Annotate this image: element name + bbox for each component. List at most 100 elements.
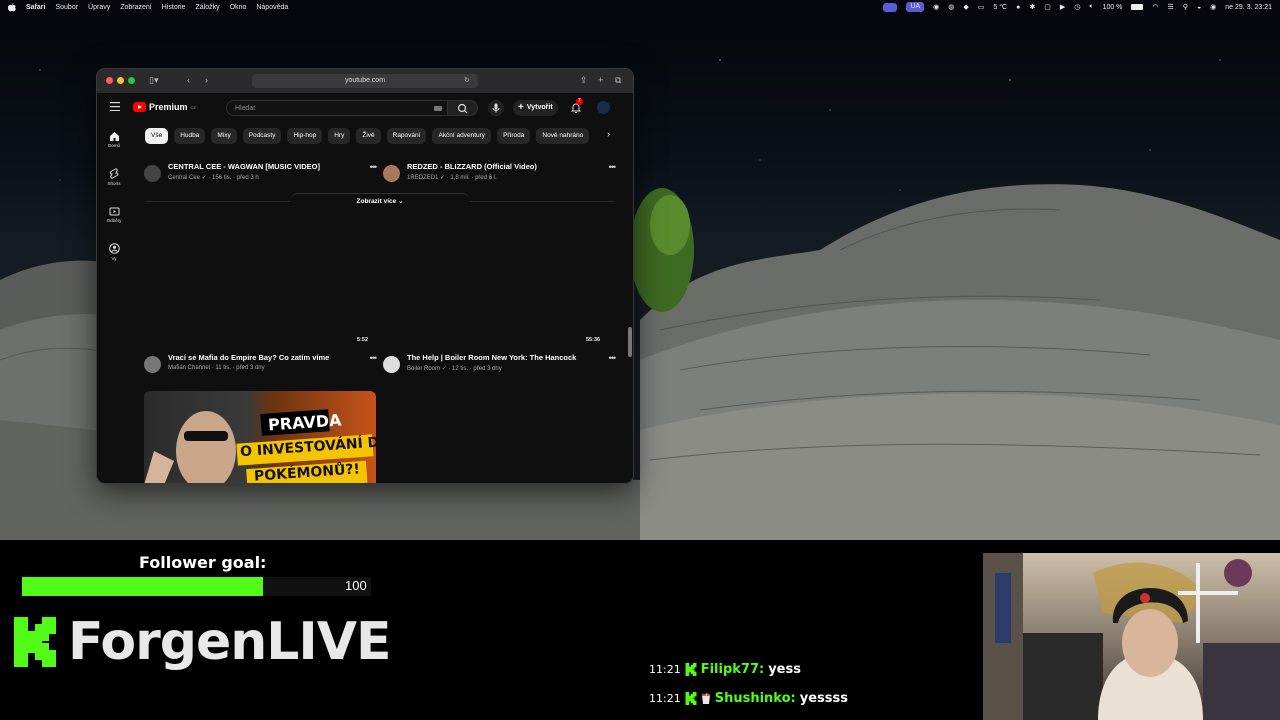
rail-label: Vy	[111, 256, 117, 261]
video-item[interactable]: The Help | Boiler Room New York: The Han…	[383, 353, 617, 377]
spotlight-icon[interactable]: ⚲	[1183, 3, 1188, 11]
rail-item-shorts[interactable]: Shorts	[101, 168, 127, 186]
weather-status[interactable]: 5 °C	[993, 4, 1007, 11]
chip-games[interactable]: Hry	[328, 128, 351, 144]
record-icon[interactable]: ◉	[933, 3, 939, 11]
youtube-logo[interactable]: Premium CZ	[133, 102, 196, 112]
timer-icon[interactable]: ◷	[1074, 3, 1080, 11]
wifi-icon[interactable]: ◠	[1152, 3, 1158, 11]
channel-avatar[interactable]	[383, 165, 400, 182]
video-item[interactable]: CENTRAL CEE - WAGWAN [MUSIC VIDEO] Centr…	[144, 162, 378, 186]
clipboard-icon[interactable]: ▭	[978, 3, 985, 11]
menu-item-edit[interactable]: Úpravy	[88, 4, 110, 11]
show-more-button[interactable]: Zobrazit více ⌄	[290, 193, 470, 209]
chip-recently-uploaded[interactable]: Nově nahráno	[536, 128, 590, 144]
play-icon[interactable]: ▶	[1060, 3, 1065, 11]
video-title[interactable]: CENTRAL CEE - WAGWAN [MUSIC VIDEO]	[168, 162, 320, 171]
volume-icon[interactable]: 🔈︎	[1089, 3, 1093, 11]
account-avatar[interactable]	[597, 101, 610, 114]
page-scrollbar[interactable]	[628, 327, 632, 357]
siri-icon[interactable]: ◉	[1210, 3, 1216, 11]
video-title[interactable]: Vrací se Mafia do Empire Bay? Co zatím v…	[168, 353, 329, 362]
rail-item-subscriptions[interactable]: Odběry	[101, 206, 127, 223]
menu-item-window[interactable]: Okno	[230, 4, 247, 11]
hamburger-menu-icon[interactable]	[110, 102, 120, 111]
chip-rap[interactable]: Rapování	[386, 128, 427, 144]
menu-app-name[interactable]: Safari	[26, 4, 45, 11]
safari-toolbar: ▯▾ ‹ › ▤ youtube.com ↻ ⇪ + ⧉	[97, 69, 633, 93]
forward-icon[interactable]: ›	[205, 75, 208, 85]
chat-text: yess	[768, 662, 801, 677]
reload-icon[interactable]: ↻	[464, 76, 470, 84]
battery-status[interactable]: 100 %	[1103, 4, 1123, 11]
chip-live[interactable]: Živě	[356, 128, 381, 144]
bluetooth-icon[interactable]: ✱	[1029, 3, 1035, 11]
video-title[interactable]: REDZED - BLIZZARD (Official Video)	[407, 162, 537, 171]
safari-window: ▯▾ ‹ › ▤ youtube.com ↻ ⇪ + ⧉ Premium CZ …	[96, 68, 634, 484]
sidebar-toggle-icon[interactable]: ▯▾	[149, 75, 158, 86]
chip-all[interactable]: Vše	[145, 128, 169, 144]
apple-icon[interactable]	[8, 2, 16, 12]
more-options-icon[interactable]: •••	[370, 353, 378, 363]
tab-overview-icon[interactable]: ⧉	[615, 75, 621, 86]
keyboard-layout[interactable]: UA	[906, 2, 925, 12]
kick-badge-icon	[685, 692, 697, 705]
focus-icon[interactable]: ●	[1016, 4, 1020, 11]
more-options-icon[interactable]: •••	[370, 162, 378, 172]
address-bar[interactable]: youtube.com	[252, 74, 478, 88]
notifications-button[interactable]: 7	[570, 98, 583, 113]
video-thumbnail[interactable]: PRAVDA O INVESTOVÁNÍ DO POKÉMONŮ?!	[144, 391, 376, 483]
more-options-icon[interactable]: •••	[609, 353, 617, 363]
logo-text: Premium	[149, 102, 188, 112]
link-icon[interactable]: ◍	[948, 3, 954, 11]
rail-item-you[interactable]: Vy	[101, 243, 127, 261]
new-tab-icon[interactable]: +	[598, 75, 603, 85]
vpn-icon[interactable]: ▢	[1044, 3, 1051, 11]
chat-username[interactable]: Shushinko:	[715, 691, 796, 706]
video-duration: 5:52	[357, 337, 369, 343]
chip-music[interactable]: Hudba	[174, 128, 206, 144]
menubar-clock[interactable]: ne 29. 3. 23:21	[1225, 4, 1272, 11]
create-button[interactable]: + Vytvořit	[513, 100, 558, 116]
menu-item-bookmarks[interactable]: Záložky	[196, 4, 220, 11]
chip-mixes[interactable]: Mixy	[211, 128, 237, 144]
search-button[interactable]	[448, 100, 478, 116]
menu-item-help[interactable]: Nápověda	[256, 4, 288, 11]
channel-avatar[interactable]	[144, 356, 161, 373]
chip-nature[interactable]: Příroda	[497, 128, 531, 144]
menu-item-history[interactable]: Historie	[162, 4, 186, 11]
keyboard-icon[interactable]	[434, 106, 442, 111]
video-meta: 1REDZED1 ✓ · 1,8 mil. · před 6 l.	[407, 175, 497, 181]
back-icon[interactable]: ‹	[187, 75, 190, 85]
voice-search-button[interactable]	[488, 100, 504, 116]
chips-next-icon[interactable]: ›	[607, 129, 610, 139]
menu-item-file[interactable]: Soubor	[55, 4, 78, 11]
channel-avatar[interactable]	[144, 165, 161, 182]
chip-action-adventure[interactable]: Akční adventury	[432, 128, 492, 144]
chip-podcasts[interactable]: Podcasty	[242, 128, 282, 144]
chat-time: 11:21	[649, 692, 681, 705]
share-icon[interactable]: ⇪	[580, 75, 588, 86]
rail-item-home[interactable]: Domů	[101, 131, 127, 148]
minimize-window-button[interactable]	[117, 77, 124, 84]
video-title[interactable]: The Help | Boiler Room New York: The Han…	[407, 353, 576, 362]
youtube-header: Premium CZ Hledat + Vytvořit 7	[97, 93, 633, 123]
logo-region: CZ	[190, 104, 196, 110]
dropbox-icon[interactable]: ◆	[963, 3, 968, 11]
chat-username[interactable]: Filipk77:	[701, 662, 765, 677]
chip-hiphop[interactable]: Hip-hop	[287, 128, 323, 144]
control-center-icon[interactable]: ☰	[1168, 3, 1174, 11]
zoom-window-button[interactable]	[128, 77, 135, 84]
channel-avatar[interactable]	[383, 356, 400, 373]
follower-goal-max: 100	[345, 578, 367, 593]
search-input[interactable]: Hledat	[226, 100, 448, 116]
close-window-button[interactable]	[106, 77, 113, 84]
more-options-icon[interactable]: •••	[609, 162, 617, 172]
menu-item-view[interactable]: Zobrazení	[120, 4, 152, 11]
user-switch-icon[interactable]: ◒	[1197, 4, 1201, 11]
screen-share-icon[interactable]	[883, 2, 898, 12]
chat-time: 11:21	[649, 663, 681, 676]
video-item[interactable]: Vrací se Mafia do Empire Bay? Co zatím v…	[144, 353, 378, 377]
video-item[interactable]: REDZED - BLIZZARD (Official Video) 1REDZ…	[383, 162, 617, 186]
battery-icon[interactable]	[1131, 4, 1144, 10]
